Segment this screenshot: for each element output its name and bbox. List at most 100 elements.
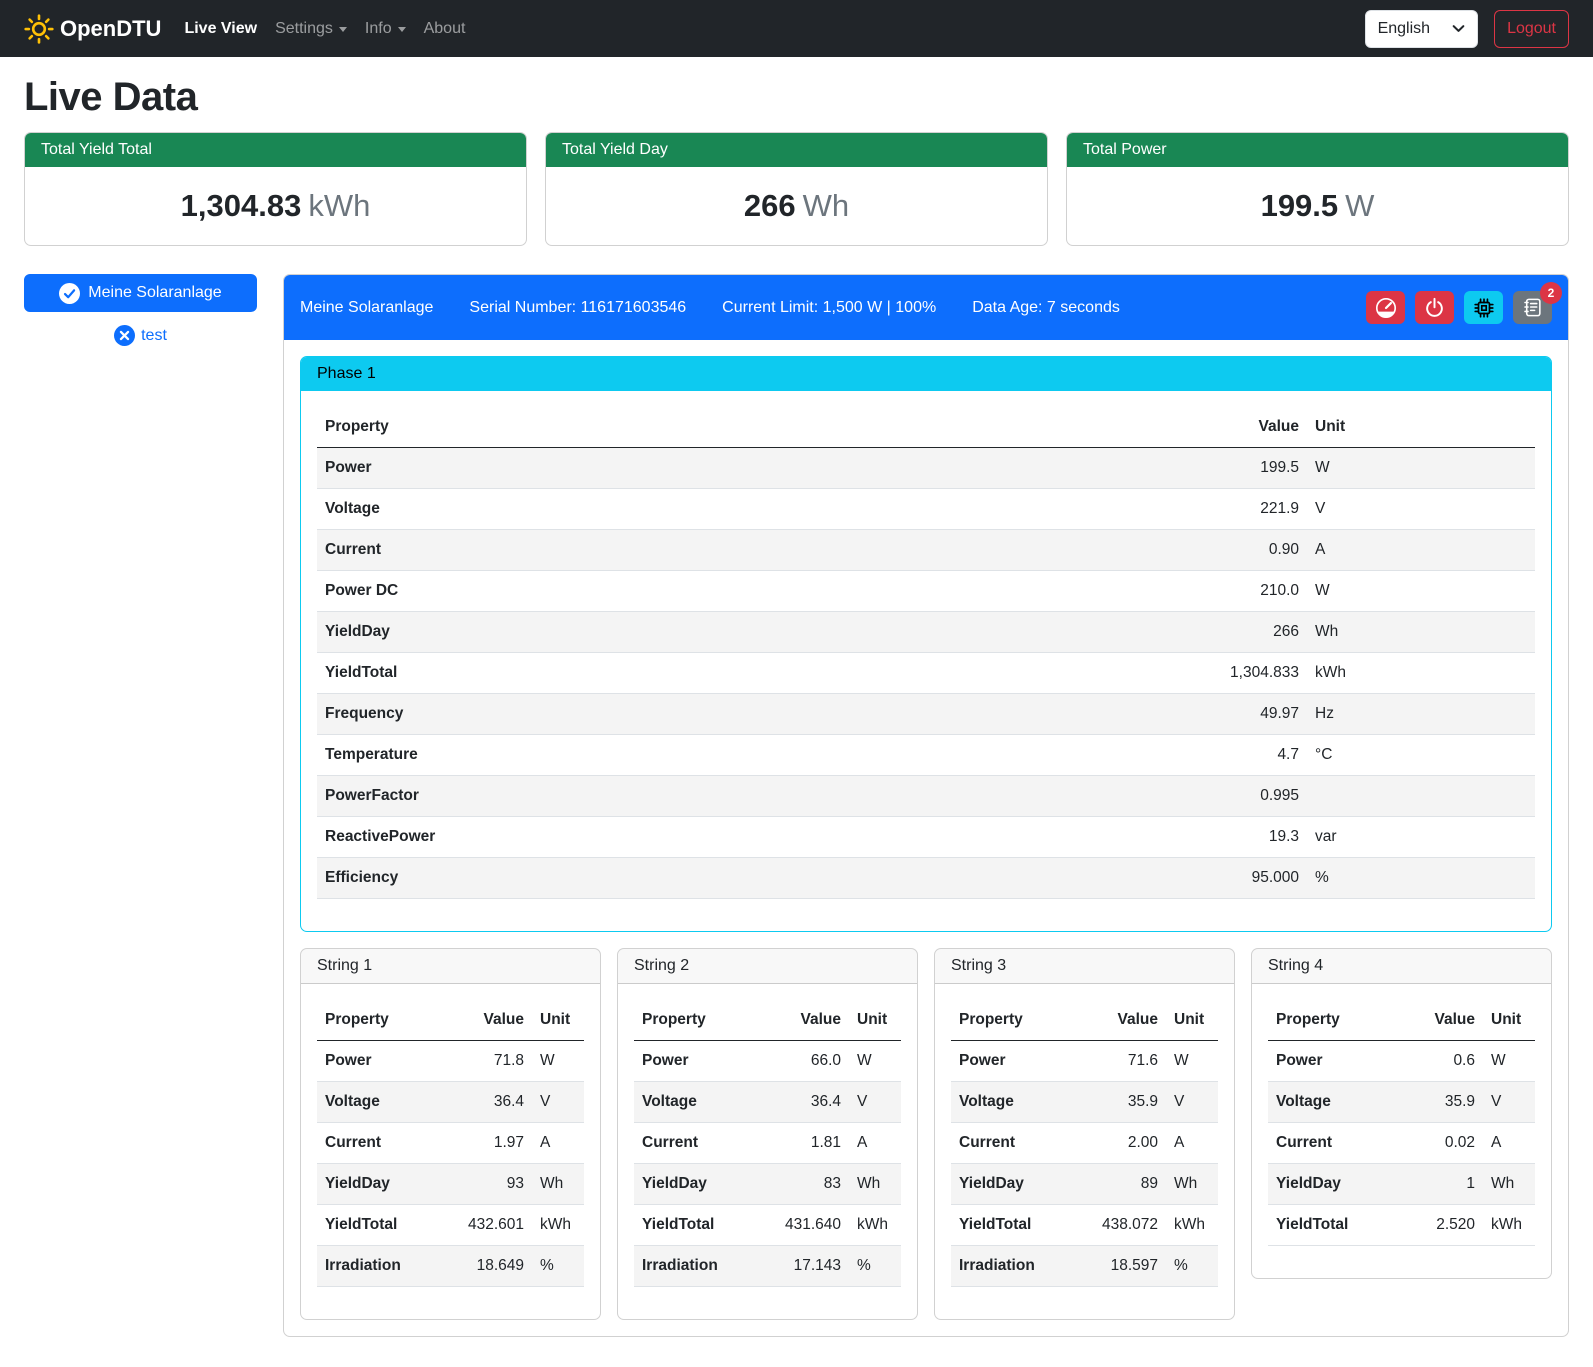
device-info-button[interactable] xyxy=(1464,291,1503,324)
column-header-unit: Unit xyxy=(1166,1000,1218,1041)
property-cell: Current xyxy=(317,530,1177,571)
value-cell: 93 xyxy=(437,1164,532,1205)
property-cell: YieldDay xyxy=(634,1164,754,1205)
unit-cell: V xyxy=(1307,489,1535,530)
language-select[interactable]: English xyxy=(1365,10,1478,48)
card-unit: W xyxy=(1345,188,1374,223)
check-circle-icon xyxy=(59,283,80,304)
string-card-1: String 1 Property Value Unit Power71.8WV… xyxy=(300,948,601,1320)
power-settings-button[interactable] xyxy=(1415,291,1454,324)
unit-cell: A xyxy=(849,1123,901,1164)
value-cell: 0.90 xyxy=(1177,530,1307,571)
card-value: 1,304.83 xyxy=(181,188,302,223)
table-row: Power0.6W xyxy=(1268,1041,1535,1082)
brand-label: OpenDTU xyxy=(60,16,161,42)
unit-cell: W xyxy=(532,1041,584,1082)
inverter-button-label: Meine Solaranlage xyxy=(88,284,221,302)
nav-item-info[interactable]: Info xyxy=(356,12,415,46)
table-row: Voltage36.4V xyxy=(317,1082,584,1123)
unit-cell xyxy=(1307,776,1535,817)
value-cell: 438.072 xyxy=(1071,1205,1166,1246)
inverter-selector: Meine Solaranlage test xyxy=(24,274,257,346)
value-cell: 17.143 xyxy=(754,1246,849,1287)
unit-cell: W xyxy=(849,1041,901,1082)
table-row: YieldTotal431.640kWh xyxy=(634,1205,901,1246)
inverter-button-selected[interactable]: Meine Solaranlage xyxy=(24,274,257,312)
total-yield-total-card: Total Yield Total 1,304.83kWh xyxy=(24,132,527,246)
nav-item-label: Settings xyxy=(275,20,333,38)
column-header-property: Property xyxy=(1268,1000,1399,1041)
table-header-row: Property Value Unit xyxy=(951,1000,1218,1041)
nav-item-label: Live View xyxy=(184,20,257,38)
property-cell: Irradiation xyxy=(317,1246,437,1287)
property-cell: Efficiency xyxy=(317,858,1177,899)
value-cell: 266 xyxy=(1177,612,1307,653)
limit-settings-button[interactable] xyxy=(1366,291,1405,324)
property-cell: Current xyxy=(317,1123,437,1164)
column-header-value: Value xyxy=(1177,407,1307,448)
unit-cell: Wh xyxy=(849,1164,901,1205)
unit-cell: Hz xyxy=(1307,694,1535,735)
value-cell: 1,304.833 xyxy=(1177,653,1307,694)
property-cell: Current xyxy=(951,1123,1071,1164)
navbar-right: English Logout xyxy=(1365,10,1569,48)
gauge-icon xyxy=(1375,297,1397,319)
value-cell: 2.520 xyxy=(1399,1205,1483,1246)
property-cell: Voltage xyxy=(951,1082,1071,1123)
property-cell: Voltage xyxy=(634,1082,754,1123)
property-cell: Frequency xyxy=(317,694,1177,735)
property-cell: Voltage xyxy=(1268,1082,1399,1123)
value-cell: 0.995 xyxy=(1177,776,1307,817)
unit-cell: Wh xyxy=(1166,1164,1218,1205)
card-unit: Wh xyxy=(803,188,850,223)
unit-cell: kWh xyxy=(1166,1205,1218,1246)
nav-item-settings[interactable]: Settings xyxy=(266,12,356,46)
property-cell: Irradiation xyxy=(951,1246,1071,1287)
page: Live Data Total Yield Total 1,304.83kWh … xyxy=(0,75,1593,1367)
value-cell: 35.9 xyxy=(1071,1082,1166,1123)
summary-row: Total Yield Total 1,304.83kWh Total Yiel… xyxy=(24,132,1569,246)
inverter-serial: Serial Number: 116171603546 xyxy=(469,299,686,317)
unit-cell: Wh xyxy=(1483,1164,1535,1205)
unit-cell: V xyxy=(1166,1082,1218,1123)
unit-cell: A xyxy=(1307,530,1535,571)
card-title: Total Power xyxy=(1067,133,1568,167)
inverter-button-test[interactable]: test xyxy=(24,325,257,346)
table-row: Irradiation18.597% xyxy=(951,1246,1218,1287)
table-row: YieldDay93Wh xyxy=(317,1164,584,1205)
property-cell: Irradiation xyxy=(634,1246,754,1287)
table-row: Power71.8W xyxy=(317,1041,584,1082)
total-power-card: Total Power 199.5W xyxy=(1066,132,1569,246)
power-icon xyxy=(1424,297,1445,318)
table-row: Irradiation17.143% xyxy=(634,1246,901,1287)
value-cell: 0.02 xyxy=(1399,1123,1483,1164)
table-row: Voltage221.9V xyxy=(317,489,1535,530)
property-cell: Power xyxy=(1268,1041,1399,1082)
card-value: 199.5 xyxy=(1261,188,1339,223)
logout-button[interactable]: Logout xyxy=(1494,10,1569,48)
value-cell: 210.0 xyxy=(1177,571,1307,612)
unit-cell: V xyxy=(849,1082,901,1123)
table-row: YieldDay89Wh xyxy=(951,1164,1218,1205)
table-header-row: Property Value Unit xyxy=(317,1000,584,1041)
card-title: Total Yield Total xyxy=(25,133,526,167)
table-row: Temperature4.7°C xyxy=(317,735,1535,776)
string-card-2: String 2 Property Value Unit Power66.0WV… xyxy=(617,948,918,1320)
card-title: Total Yield Day xyxy=(546,133,1047,167)
unit-cell: A xyxy=(1166,1123,1218,1164)
event-log-button[interactable]: 2 xyxy=(1513,291,1552,324)
x-circle-icon xyxy=(114,325,135,346)
nav-item-live-view[interactable]: Live View xyxy=(175,12,266,46)
chevron-down-icon xyxy=(1452,24,1465,33)
value-cell: 4.7 xyxy=(1177,735,1307,776)
column-header-unit: Unit xyxy=(1307,407,1535,448)
property-cell: Power xyxy=(951,1041,1071,1082)
unit-cell: W xyxy=(1307,448,1535,489)
value-cell: 432.601 xyxy=(437,1205,532,1246)
inverter-button-label: test xyxy=(141,327,167,345)
value-cell: 199.5 xyxy=(1177,448,1307,489)
brand[interactable]: OpenDTU xyxy=(24,14,161,44)
column-header-property: Property xyxy=(634,1000,754,1041)
nav-item-about[interactable]: About xyxy=(415,12,475,46)
unit-cell: % xyxy=(1307,858,1535,899)
